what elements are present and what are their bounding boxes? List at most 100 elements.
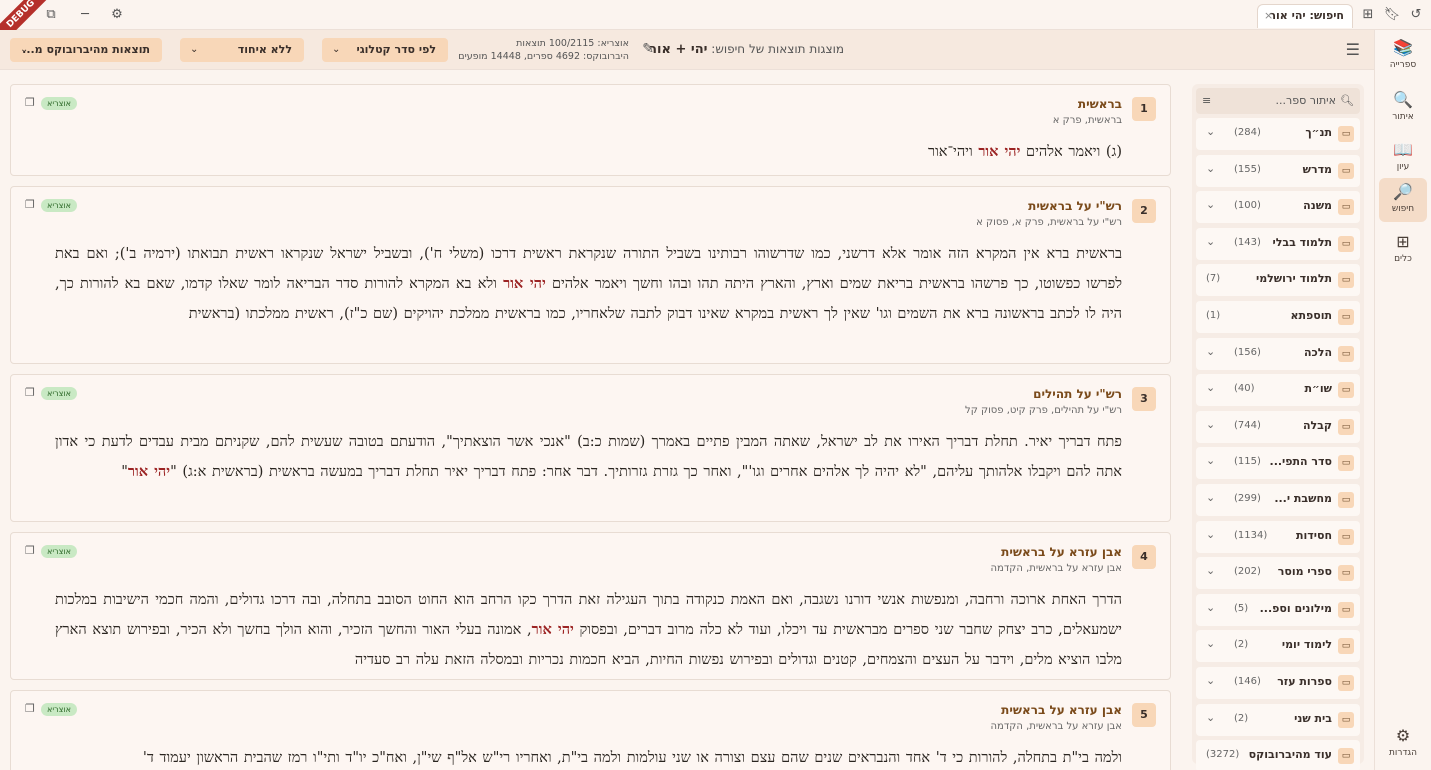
source-dropdown[interactable]: תוצאות מהיברובוקס מ... ⌄	[10, 38, 162, 62]
source-badge: אוצריא	[41, 387, 77, 400]
category-item[interactable]: ▭ תנ״ך (284) ⌄	[1196, 118, 1360, 150]
category-item[interactable]: ▭ קבלה (744) ⌄	[1196, 410, 1360, 443]
chevron-down-icon[interactable]: ⌄	[1206, 491, 1215, 504]
search-icon: 🔎	[1393, 182, 1413, 201]
copy-icon[interactable]: ❐	[25, 96, 35, 109]
new-tab-icon[interactable]: ⊞	[1359, 6, 1377, 24]
tab-search[interactable]: חיפוש: יהי אור ×	[1257, 4, 1353, 28]
chevron-down-icon[interactable]: ⌄	[1206, 418, 1215, 431]
filter-icon[interactable]: ≡	[1202, 88, 1211, 114]
category-item[interactable]: ▭ בית שני (2) ⌄	[1196, 703, 1360, 736]
chevron-down-icon[interactable]: ⌄	[1206, 674, 1215, 687]
result-card[interactable]: 1 בראשית בראשית, פרק א אוצריא ❐ (ג) ויאמר אלה…	[10, 84, 1171, 176]
folder-icon: ▭	[1338, 711, 1354, 728]
chevron-down-icon[interactable]: ⌄	[1206, 528, 1215, 541]
chevron-down-icon[interactable]: ⌄	[1206, 564, 1215, 577]
category-item[interactable]: ▭ משנה (100) ⌄	[1196, 191, 1360, 224]
category-item[interactable]: ▭ לימוד יומי (2) ⌄	[1196, 630, 1360, 663]
rail-item-reading[interactable]: 📖 עיון	[1379, 136, 1427, 180]
book-filter-input[interactable]: 🔍︎ איתור ספר... ≡	[1196, 88, 1360, 114]
edit-search-icon[interactable]: ✎	[642, 41, 654, 57]
result-reference: אבן עזרא על בראשית, הקדמה	[990, 721, 1123, 732]
category-item[interactable]: ▭ ספרי מוסר (202) ⌄	[1196, 557, 1360, 590]
result-number: 4	[1132, 545, 1156, 569]
search-prefix: מוצגות תוצאות של חיפוש:	[711, 42, 844, 56]
result-title[interactable]: רש"י על בראשית	[1028, 199, 1122, 213]
folder-icon: ▭	[1338, 455, 1354, 472]
tab-close-icon[interactable]: ×	[1264, 5, 1273, 27]
search-query-label: מוצגות תוצאות של חיפוש: יהי + אור	[649, 42, 844, 57]
folder-icon: ▭	[1338, 528, 1354, 545]
result-number: 5	[1132, 703, 1156, 727]
chevron-down-icon[interactable]: ⌄	[1206, 198, 1215, 211]
category-item[interactable]: ▭ שו״ת (40) ⌄	[1196, 374, 1360, 407]
chevron-down-icon[interactable]: ⌄	[1206, 381, 1215, 394]
result-title[interactable]: אבן עזרא על בראשית	[1001, 703, 1122, 717]
rail-item-tools[interactable]: ⊞ כלים	[1379, 228, 1427, 272]
rail-item-settings[interactable]: ⚙ הגדרות	[1379, 722, 1427, 766]
result-card[interactable]: 4 אבן עזרא על בראשית אבן עזרא על בראשית, ה…	[10, 532, 1171, 680]
copy-icon[interactable]: ❐	[25, 386, 35, 399]
bookmark-icon[interactable]: 🔖︎	[1383, 6, 1401, 24]
chevron-down-icon[interactable]: ⌄	[1206, 454, 1215, 467]
source-badge: אוצריא	[41, 199, 77, 212]
rail-item-library[interactable]: 📚 ספרייה	[1379, 34, 1427, 78]
chevron-down-icon[interactable]: ⌄	[1206, 345, 1215, 358]
group-value: ללא איחוד	[237, 43, 292, 56]
rail-item-find-book[interactable]: 🔍 איתור	[1379, 86, 1427, 130]
category-item[interactable]: ▭ תלמוד בבלי (143) ⌄	[1196, 227, 1360, 260]
category-item[interactable]: ▭ מחשבת י... (299) ⌄	[1196, 484, 1360, 516]
folder-icon: ▭	[1338, 492, 1354, 508]
minimize-window-icon[interactable]: ─	[76, 6, 94, 24]
copy-icon[interactable]: ❐	[25, 198, 35, 211]
snippet-text: ולמה בי"ת בתחלה, להורות כי ד' אחד והנברא…	[142, 750, 1122, 766]
restore-window-icon[interactable]: ⧉	[42, 6, 60, 24]
copy-icon[interactable]: ❐	[25, 702, 35, 715]
category-item[interactable]: ▭ ספרות עזר (146) ⌄	[1196, 667, 1360, 699]
search-header: ☰ מוצגות תוצאות של חיפוש: יהי + אור ✎ או…	[0, 30, 1374, 70]
result-title[interactable]: אבן עזרא על בראשית	[1001, 545, 1122, 559]
category-item[interactable]: ▭ הלכה (156) ⌄	[1196, 337, 1360, 370]
settings-gear-icon[interactable]: ⚙	[108, 6, 126, 24]
category-count: (299)	[1234, 493, 1261, 504]
result-card[interactable]: 3 רש"י על תהילים רש"י על תהילים, פרק קיט, …	[10, 374, 1171, 522]
category-item[interactable]: ▭ תוספתא (1)	[1196, 301, 1360, 333]
chevron-down-icon[interactable]: ⌄	[1206, 125, 1215, 138]
copy-icon[interactable]: ❐	[25, 544, 35, 557]
chevron-down-icon[interactable]: ⌄	[1206, 601, 1215, 614]
folder-icon: ▭	[1338, 565, 1354, 582]
rail-item-label: כלים	[1394, 254, 1412, 264]
group-dropdown[interactable]: ללא איחוד ⌄	[180, 38, 304, 62]
category-count: (3272)	[1206, 749, 1240, 761]
snippet-text: (ג) ויאמר אלהים	[1020, 144, 1122, 160]
category-item[interactable]: ▭ עוד מהיברובוקס (3272)	[1196, 740, 1360, 770]
category-item[interactable]: ▭ תלמוד ירושלמי (7)	[1196, 264, 1360, 297]
category-item[interactable]: ▭ חסידות (1134) ⌄	[1196, 520, 1360, 553]
sort-dropdown[interactable]: לפי סדר קטלוגי ⌄	[322, 38, 448, 62]
rail-item-search[interactable]: 🔎 חיפוש	[1379, 178, 1427, 222]
category-item[interactable]: ▭ מדרש (155) ⌄	[1196, 154, 1360, 187]
chevron-down-icon[interactable]: ⌄	[1206, 162, 1215, 175]
result-title[interactable]: בראשית	[1078, 97, 1122, 111]
chevron-down-icon[interactable]: ⌄	[1206, 637, 1215, 650]
history-icon[interactable]: ↺	[1407, 6, 1425, 24]
chevron-down-icon[interactable]: ⌄	[1206, 235, 1215, 248]
category-name: קבלה	[1302, 418, 1332, 432]
category-item[interactable]: ▭ מילונים וספ... (5) ⌄	[1196, 593, 1360, 626]
category-sidebar: 🔍︎ איתור ספר... ≡ ▭ תנ״ך (284) ⌄ ▭ מדרש (155) ⌄…	[1192, 84, 1364, 770]
category-name: שו״ת	[1304, 382, 1332, 396]
snippet-text: ויהי־אור	[927, 144, 979, 160]
result-title[interactable]: רש"י על תהילים	[1033, 387, 1122, 401]
result-card[interactable]: 2 רש"י על בראשית רש"י על בראשית, פרק א, פס…	[10, 186, 1171, 364]
snippet-highlight: יהי אור	[531, 621, 574, 638]
menu-icon[interactable]: ☰	[1346, 40, 1360, 59]
result-card[interactable]: 5 אבן עזרא על בראשית אבן עזרא על בראשית, ה…	[10, 690, 1171, 770]
title-bar: DEBUG ⧉ ─ ⚙ חיפוש: יהי אור × ⊞ 🔖︎ ↺	[0, 0, 1431, 51]
category-item[interactable]: ▭ סדר התפי... (115) ⌄	[1196, 447, 1360, 480]
category-count: (284)	[1234, 127, 1261, 138]
category-count: (156)	[1234, 346, 1261, 358]
folder-icon: ▭	[1338, 748, 1354, 765]
snippet-text: "	[121, 464, 128, 480]
category-count: (146)	[1234, 676, 1261, 687]
chevron-down-icon[interactable]: ⌄	[1206, 711, 1215, 724]
